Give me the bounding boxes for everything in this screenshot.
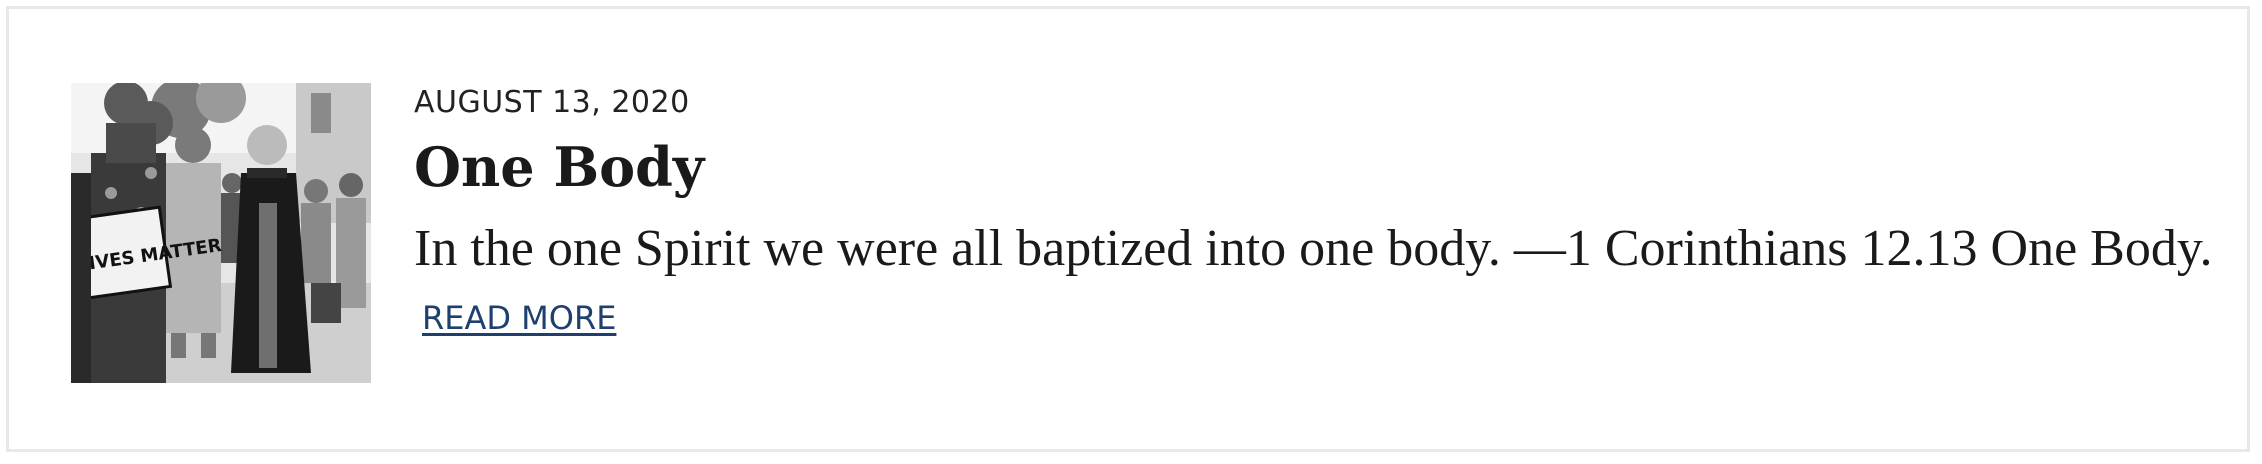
- post-excerpt-text: In the one Spirit we were all baptized i…: [414, 220, 2213, 277]
- thumbnail-photo: LIVES MATTER: [71, 83, 371, 383]
- post-card: LIVES MATTER AUGUST 13, 2020 One Body In…: [6, 6, 2250, 452]
- post-excerpt: In the one Spirit we were all baptized i…: [414, 217, 2214, 350]
- post-meta: AUGUST 13, 2020 One Body In the one Spir…: [414, 83, 2214, 350]
- post-thumbnail[interactable]: LIVES MATTER: [71, 83, 371, 383]
- post-date: AUGUST 13, 2020: [414, 85, 690, 120]
- post-title[interactable]: One Body: [414, 135, 2214, 199]
- read-more-link[interactable]: READ MORE: [422, 299, 616, 337]
